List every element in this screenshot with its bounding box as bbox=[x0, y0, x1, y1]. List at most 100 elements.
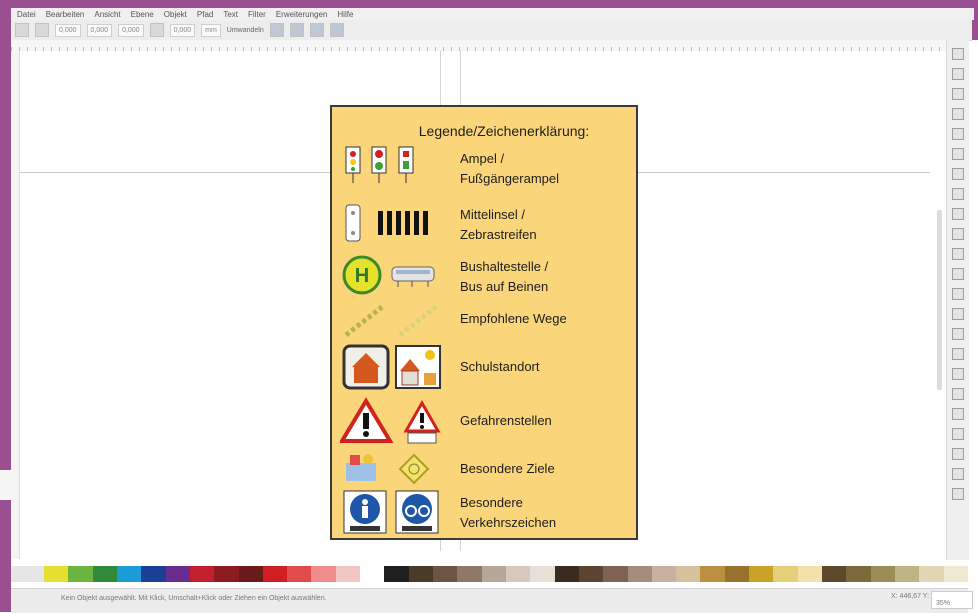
zoom-field[interactable]: 35% bbox=[931, 591, 973, 609]
palette-swatch[interactable] bbox=[457, 566, 482, 582]
snap-toolbar bbox=[946, 40, 969, 560]
palette-swatch[interactable] bbox=[724, 566, 750, 582]
palette-swatch[interactable] bbox=[116, 566, 142, 582]
window-frame-left bbox=[0, 0, 11, 470]
snap-text-icon[interactable] bbox=[952, 308, 964, 320]
legend-label-bushaltestelle: Bushaltestelle / Bus auf Beinen bbox=[460, 257, 548, 297]
align-icon[interactable] bbox=[952, 448, 964, 460]
snap-rotation-icon[interactable] bbox=[952, 288, 964, 300]
palette-swatch[interactable] bbox=[44, 566, 69, 582]
snap-page-icon[interactable] bbox=[952, 328, 964, 340]
text-icon[interactable] bbox=[952, 488, 964, 500]
palette-swatch[interactable] bbox=[749, 566, 774, 582]
snap-guide-icon[interactable] bbox=[952, 368, 964, 380]
scale-corners-icon[interactable] bbox=[289, 23, 304, 37]
palette-swatch[interactable] bbox=[822, 566, 847, 582]
palette-swatch[interactable] bbox=[676, 566, 701, 582]
palette-swatch[interactable] bbox=[262, 566, 288, 582]
palette-swatch[interactable] bbox=[214, 566, 239, 582]
scale-stroke-icon[interactable] bbox=[269, 23, 284, 37]
w-field[interactable]: 0,000 bbox=[118, 23, 144, 37]
palette-swatch[interactable] bbox=[481, 566, 506, 582]
xml-editor-icon[interactable] bbox=[952, 468, 964, 480]
vertical-scrollbar[interactable] bbox=[937, 210, 942, 390]
snap-corner-icon[interactable] bbox=[952, 108, 964, 120]
move-gradient-icon[interactable] bbox=[309, 23, 324, 37]
snap-bbox-icon[interactable] bbox=[952, 68, 964, 80]
snap-edge-icon[interactable] bbox=[952, 88, 964, 100]
menu-file[interactable]: Datei bbox=[17, 10, 36, 19]
palette-swatch[interactable] bbox=[700, 566, 725, 582]
palette-swatch[interactable] bbox=[68, 566, 93, 582]
h-field[interactable]: 0,000 bbox=[169, 23, 196, 37]
snap-grid-icon[interactable] bbox=[952, 348, 964, 360]
status-bar: Kein Objekt ausgewählt. Mit Klick, Umsch… bbox=[11, 588, 973, 613]
palette-swatch[interactable] bbox=[287, 566, 312, 582]
menu-layer[interactable]: Ebene bbox=[131, 10, 154, 19]
lock-icon[interactable] bbox=[149, 23, 164, 37]
palette-scroll-left[interactable] bbox=[11, 566, 44, 582]
select-all-icon[interactable] bbox=[15, 23, 29, 37]
menu-object[interactable]: Objekt bbox=[164, 10, 187, 19]
snap-object-icon[interactable] bbox=[952, 268, 964, 280]
snap-line-icon[interactable] bbox=[952, 248, 964, 260]
transform-label: Umwandeln bbox=[226, 26, 264, 34]
snap-node-icon[interactable] bbox=[952, 168, 964, 180]
menu-path[interactable]: Pfad bbox=[197, 10, 213, 19]
palette-swatch[interactable] bbox=[189, 566, 215, 582]
palette-swatch[interactable] bbox=[408, 566, 433, 582]
palette-swatch[interactable] bbox=[92, 566, 117, 582]
snap-smooth-icon[interactable] bbox=[952, 228, 964, 240]
menu-filter[interactable]: Filter bbox=[248, 10, 266, 19]
palette-swatch[interactable] bbox=[894, 566, 920, 582]
palette-swatch[interactable] bbox=[919, 566, 944, 582]
snap-toggle-icon[interactable] bbox=[952, 48, 964, 60]
legend-label-wege: Empfohlene Wege bbox=[460, 309, 567, 329]
rotate-icon[interactable] bbox=[35, 23, 49, 37]
menu-help[interactable]: Hilfe bbox=[337, 10, 353, 19]
zoom-value: 35% bbox=[936, 600, 951, 607]
palette-swatch[interactable] bbox=[773, 566, 798, 582]
y-field[interactable]: 0,000 bbox=[86, 23, 113, 37]
palette-swatch[interactable] bbox=[627, 566, 652, 582]
trash-icon[interactable] bbox=[952, 408, 964, 420]
snap-midpoint-icon[interactable] bbox=[952, 128, 964, 140]
menu-text[interactable]: Text bbox=[223, 10, 238, 19]
menu-extensions[interactable]: Erweiterungen bbox=[276, 10, 328, 19]
palette-swatch[interactable] bbox=[141, 566, 166, 582]
palette-swatch[interactable] bbox=[433, 566, 458, 582]
palette-swatch[interactable] bbox=[554, 566, 579, 582]
palette-swatch[interactable] bbox=[530, 566, 555, 582]
legend-row6-line1: Gefahrenstellen bbox=[460, 413, 552, 428]
palette-swatch[interactable] bbox=[943, 566, 968, 582]
x-field[interactable]: 0,000 bbox=[55, 23, 81, 37]
layers-icon[interactable] bbox=[952, 428, 964, 440]
snap-path-icon[interactable] bbox=[952, 188, 964, 200]
legend-row3-line2: Bus auf Beinen bbox=[460, 279, 549, 294]
palette-swatch[interactable] bbox=[870, 566, 895, 582]
snap-intersection-icon[interactable] bbox=[952, 208, 964, 220]
unit-select[interactable]: mm bbox=[201, 23, 221, 37]
zebra-crossing-icon bbox=[345, 204, 428, 242]
legend-panel[interactable]: Legende/Zeichenerklärung: Ampel / Fußgän… bbox=[330, 105, 638, 540]
snap-center-icon[interactable] bbox=[952, 148, 964, 160]
palette-swatch[interactable] bbox=[603, 566, 628, 582]
palette-swatch[interactable] bbox=[335, 566, 361, 582]
palette-swatch[interactable] bbox=[384, 566, 409, 582]
color-palette[interactable] bbox=[44, 566, 968, 582]
palette-swatch[interactable] bbox=[578, 566, 604, 582]
fill-icon[interactable] bbox=[952, 388, 964, 400]
palette-swatch[interactable] bbox=[846, 566, 871, 582]
palette-swatch[interactable] bbox=[238, 566, 263, 582]
legend-row2-line2: Zebrastreifen bbox=[460, 227, 537, 242]
palette-swatch[interactable] bbox=[311, 566, 336, 582]
menu-view[interactable]: Ansicht bbox=[94, 10, 120, 19]
status-message: Kein Objekt ausgewählt. Mit Klick, Umsch… bbox=[61, 595, 327, 602]
palette-swatch[interactable] bbox=[165, 566, 190, 582]
menu-edit[interactable]: Bearbeiten bbox=[46, 10, 85, 19]
palette-swatch[interactable] bbox=[360, 566, 385, 582]
palette-swatch[interactable] bbox=[797, 566, 822, 582]
palette-swatch[interactable] bbox=[505, 566, 531, 582]
palette-swatch[interactable] bbox=[651, 566, 677, 582]
move-pattern-icon[interactable] bbox=[329, 23, 344, 37]
